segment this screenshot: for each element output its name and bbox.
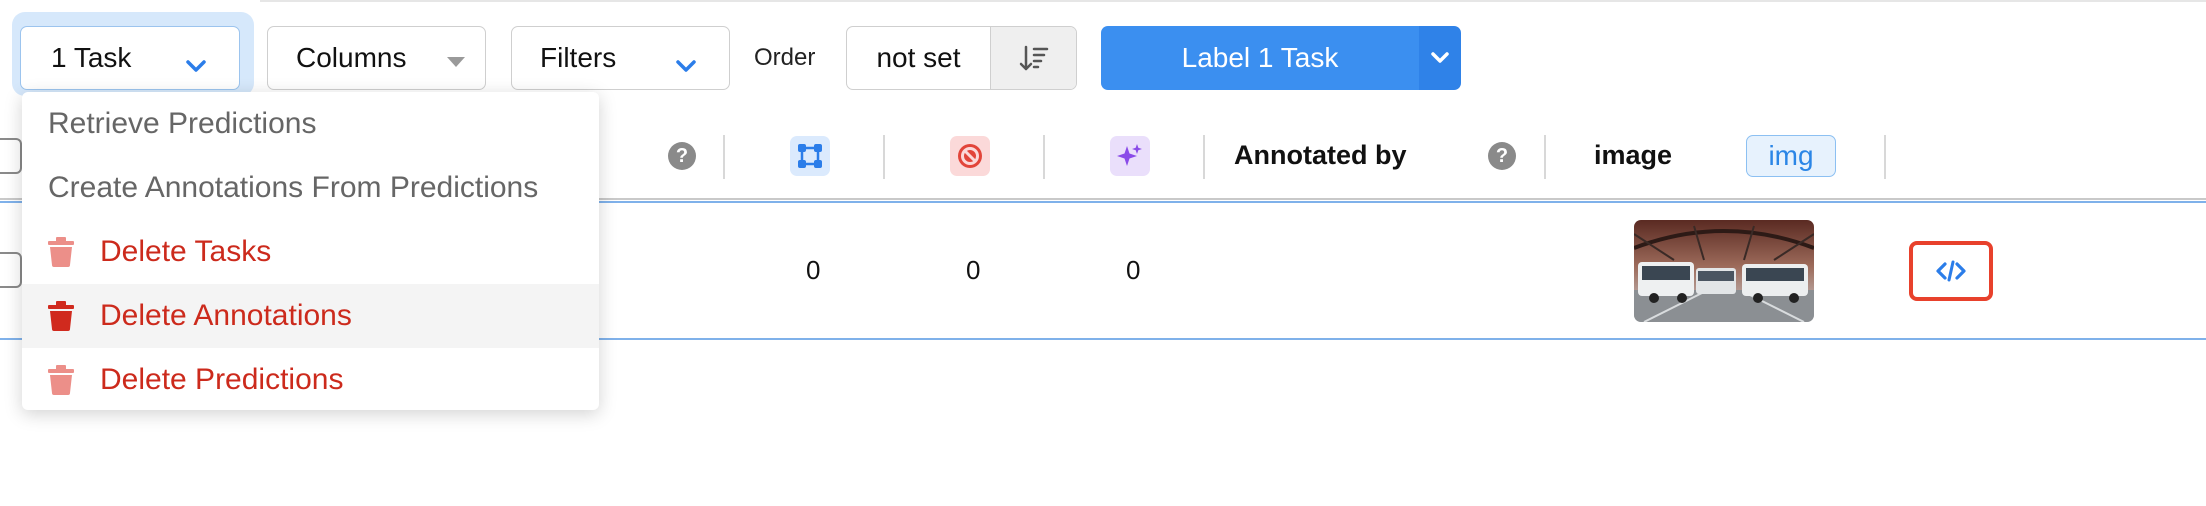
trash-icon: [48, 365, 74, 395]
order-label: Order: [754, 44, 816, 71]
menu-item-delete-predictions[interactable]: Delete Predictions: [22, 348, 599, 412]
annotated-by-header: Annotated by: [1234, 140, 1407, 170]
chevron-down-icon: [185, 49, 207, 81]
label-tasks-button-group: Label 1 Task: [1101, 26, 1461, 90]
filters-button[interactable]: Filters: [511, 26, 730, 90]
column-divider[interactable]: [1544, 135, 1546, 179]
menu-item-retrieve-predictions[interactable]: Retrieve Predictions: [22, 92, 599, 156]
sparkles-icon: [1110, 136, 1150, 176]
ban-icon: [950, 136, 990, 176]
trash-icon: [48, 301, 74, 331]
menu-item-create-annotations-from-predictions[interactable]: Create Annotations From Predictions: [22, 156, 599, 220]
tasks-actions-menu: Retrieve Predictions Create Annotations …: [22, 92, 599, 410]
image-column-header: image: [1594, 140, 1673, 170]
image-type-tag: img: [1746, 135, 1836, 177]
filters-button-label: Filters: [540, 42, 617, 73]
question-circle-icon[interactable]: ?: [1488, 142, 1516, 170]
question-circle-icon[interactable]: ?: [668, 142, 696, 170]
caret-down-icon: [447, 57, 465, 67]
label-tasks-button[interactable]: Label 1 Task: [1101, 26, 1419, 90]
column-divider[interactable]: [883, 135, 885, 179]
menu-item-label: Retrieve Predictions: [48, 107, 317, 140]
select-all-checkbox[interactable]: [0, 138, 22, 174]
code-view-button[interactable]: [1909, 241, 1993, 301]
trash-icon: [48, 237, 74, 267]
sort-direction-button[interactable]: [990, 27, 1076, 89]
chevron-down-icon: [675, 49, 697, 81]
row-checkbox[interactable]: [0, 252, 22, 288]
order-selector: not set: [846, 26, 1077, 90]
menu-item-label: Delete Annotations: [100, 299, 352, 332]
image-thumbnail[interactable]: [1634, 220, 1814, 322]
cancelled-count: 0: [966, 255, 981, 285]
bounding-box-icon: [790, 136, 830, 176]
column-divider[interactable]: [1203, 135, 1205, 179]
column-divider[interactable]: [723, 135, 725, 179]
tasks-button-label: 1 Task: [51, 42, 132, 73]
top-border: [260, 0, 2206, 2]
menu-item-label: Delete Predictions: [100, 363, 344, 396]
columns-button-label: Columns: [296, 42, 407, 73]
predictions-count: 0: [1126, 255, 1141, 285]
menu-item-label: Delete Tasks: [100, 235, 272, 268]
column-divider[interactable]: [1043, 135, 1045, 179]
columns-button[interactable]: Columns: [267, 26, 486, 90]
order-value-button[interactable]: not set: [847, 27, 990, 89]
chevron-down-icon: [1431, 52, 1449, 63]
label-tasks-dropdown-toggle[interactable]: [1419, 26, 1461, 90]
annotations-count: 0: [806, 255, 821, 285]
menu-item-delete-annotations[interactable]: Delete Annotations: [22, 284, 599, 348]
menu-item-delete-tasks[interactable]: Delete Tasks: [22, 220, 599, 284]
sort-descending-icon: [1019, 45, 1048, 71]
code-icon: [1936, 260, 1966, 282]
menu-item-label: Create Annotations From Predictions: [48, 171, 539, 204]
tasks-actions-button[interactable]: 1 Task: [20, 26, 240, 90]
column-divider[interactable]: [1884, 135, 1886, 179]
